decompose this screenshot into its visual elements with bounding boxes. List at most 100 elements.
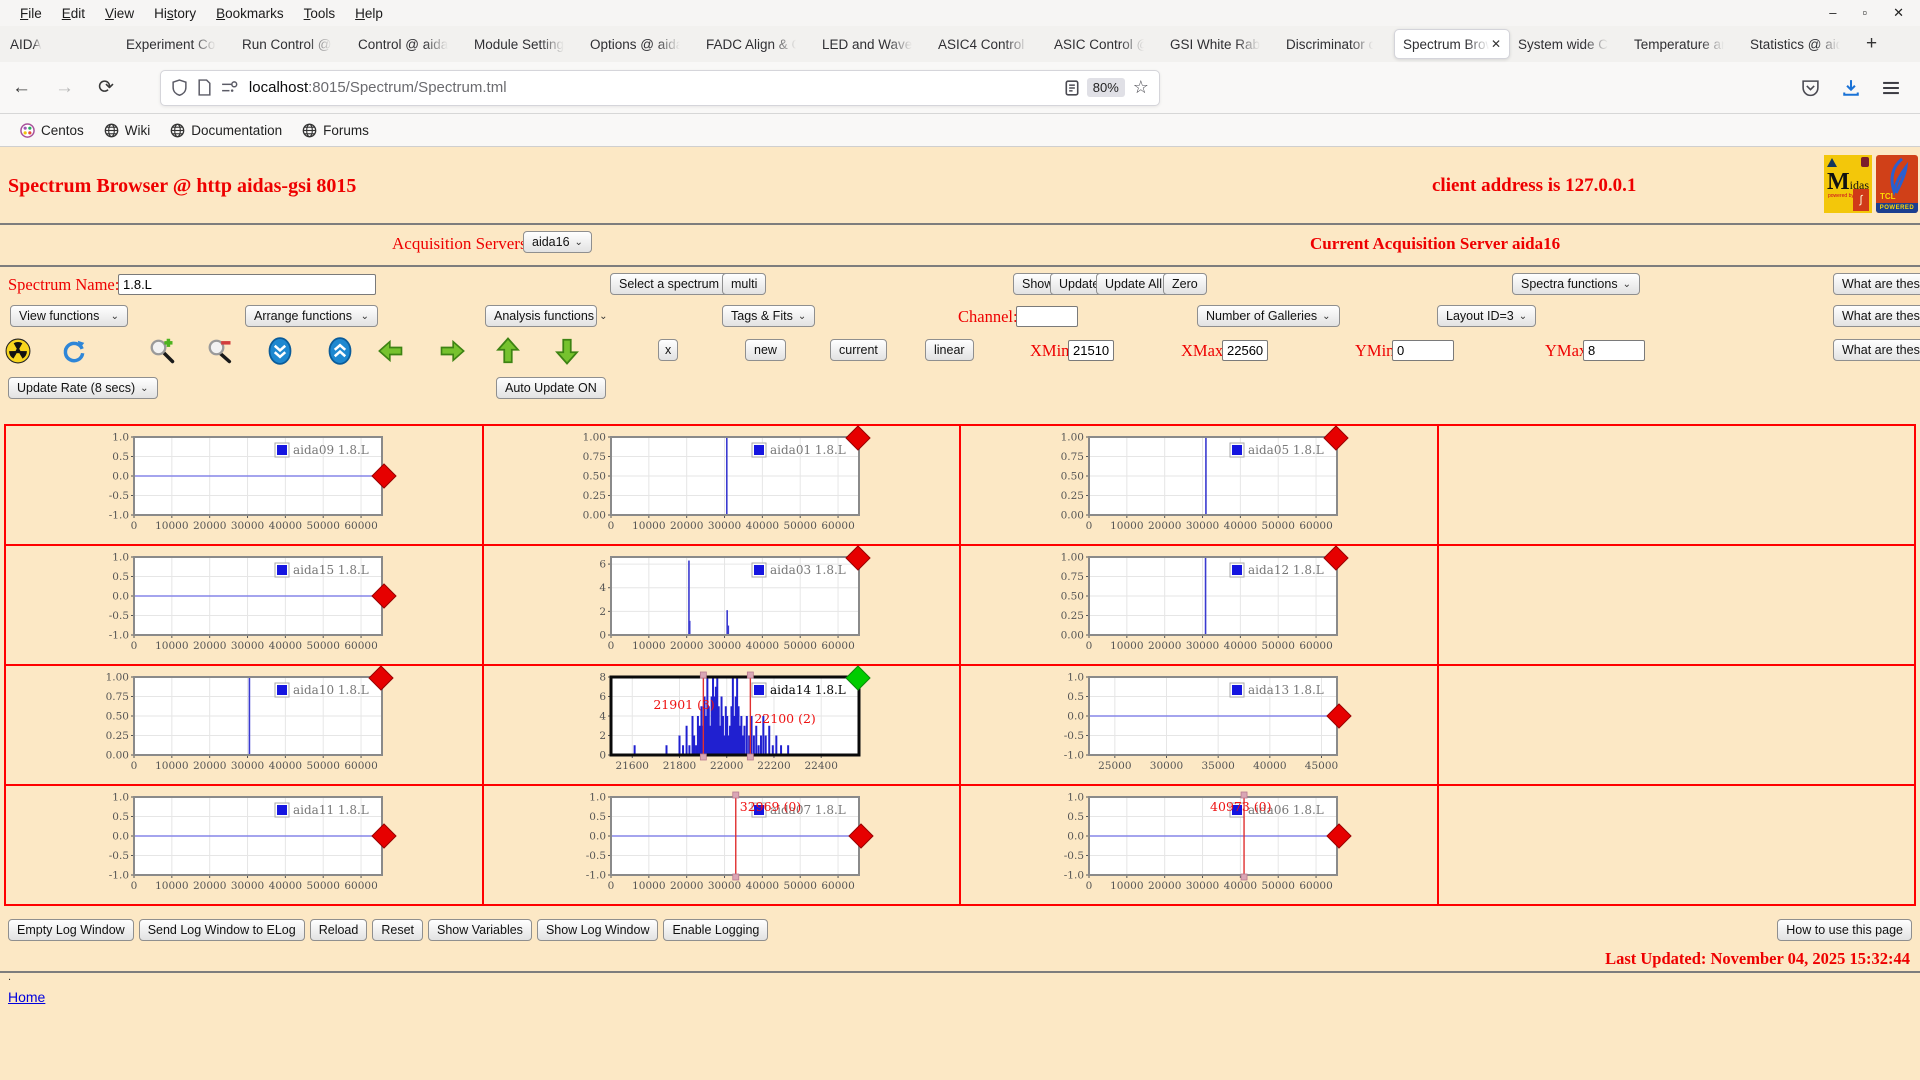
reload-button[interactable]: Reload <box>310 919 368 941</box>
spectrum-plot-aida09[interactable]: 01000020000300004000050000600001.00.50.0… <box>94 431 394 533</box>
show-log-window-button[interactable]: Show Log Window <box>537 919 659 941</box>
maximize-icon[interactable]: ▫ <box>1862 5 1867 21</box>
zoom-out-icon[interactable] <box>206 337 234 365</box>
spectrum-cell-aida05[interactable]: 01000020000300004000050000600001.000.750… <box>960 425 1438 545</box>
tab-asic4-control[interactable]: ASIC4 Control ( <box>930 29 1046 59</box>
spectrum-plot-aida14[interactable]: 216002180022000222002240086420aida14 1.8… <box>571 671 871 773</box>
reset-button[interactable]: Reset <box>372 919 423 941</box>
tab-experiment-con[interactable]: Experiment Con <box>118 29 234 59</box>
bookmark-wiki[interactable]: Wiki <box>94 119 161 142</box>
number-of-galleries-dropdown[interactable]: Number of Galleries⌄ <box>1197 305 1340 327</box>
tab-discriminator-c[interactable]: Discriminator c <box>1278 29 1394 59</box>
arrow-left-icon[interactable] <box>377 337 405 365</box>
ymin-input[interactable] <box>1392 340 1454 361</box>
linear-button[interactable]: linear <box>925 339 974 361</box>
tab-aida[interactable]: AIDA <box>2 29 118 59</box>
reader-mode-icon[interactable] <box>1065 80 1079 96</box>
tab-statistics-aid[interactable]: Statistics @ aid <box>1742 29 1858 59</box>
spectrum-cell-aida11[interactable]: 01000020000300004000050000600001.00.50.0… <box>5 785 483 905</box>
menu-file[interactable]: File <box>10 3 52 24</box>
download-icon[interactable] <box>1842 79 1860 97</box>
arrow-down-icon[interactable] <box>553 337 581 365</box>
spectrum-cell-aida06[interactable]: 01000020000300004000050000600001.00.50.0… <box>960 785 1438 905</box>
layout-id-dropdown[interactable]: Layout ID=3⌄ <box>1437 305 1536 327</box>
tags-fits-dropdown[interactable]: Tags & Fits⌄ <box>722 305 815 327</box>
menu-history[interactable]: History <box>144 3 206 24</box>
expand-gallery-icon[interactable] <box>326 337 354 365</box>
tab-led-and-wavefo[interactable]: LED and Wavefo <box>814 29 930 59</box>
update-all-button[interactable]: Update All <box>1096 273 1171 295</box>
spectrum-plot-aida15[interactable]: 01000020000300004000050000600001.00.50.0… <box>94 551 394 653</box>
arrange-functions-dropdown[interactable]: Arrange functions⌄ <box>245 305 378 327</box>
tab-module-settings[interactable]: Module Settings <box>466 29 582 59</box>
spectrum-plot-aida10[interactable]: 01000020000300004000050000600001.000.750… <box>94 671 394 773</box>
menu-icon[interactable] <box>1882 80 1900 96</box>
refresh-icon[interactable] <box>60 337 88 365</box>
bookmark-documentation[interactable]: Documentation <box>160 119 292 142</box>
spectrum-plot-aida06[interactable]: 01000020000300004000050000600001.00.50.0… <box>1049 791 1349 893</box>
bookmark-star-icon[interactable]: ☆ <box>1133 77 1149 98</box>
channel-input[interactable] <box>1016 306 1078 327</box>
spectrum-plot-aida13[interactable]: 25000300003500040000450001.00.50.0-0.5-1… <box>1049 671 1349 773</box>
xmax-input[interactable] <box>1222 340 1268 361</box>
zero-spectrum-icon[interactable] <box>4 337 32 365</box>
spectrum-plot-aida01[interactable]: 01000020000300004000050000600001.000.750… <box>571 431 871 533</box>
auto-update-button[interactable]: Auto Update ON <box>496 377 606 399</box>
empty-log-window-button[interactable]: Empty Log Window <box>8 919 134 941</box>
menu-edit[interactable]: Edit <box>52 3 95 24</box>
spectrum-cell-aida09[interactable]: 01000020000300004000050000600001.00.50.0… <box>5 425 483 545</box>
send-log-window-to-elog-button[interactable]: Send Log Window to ELog <box>139 919 305 941</box>
what-are-these-button-3[interactable]: What are these? <box>1833 339 1920 361</box>
reload-icon[interactable]: ⟳ <box>86 76 126 99</box>
current-button[interactable]: current <box>830 339 887 361</box>
spectrum-cell-aida12[interactable]: 01000020000300004000050000600001.000.750… <box>960 545 1438 665</box>
arrow-up-icon[interactable] <box>494 337 522 365</box>
multi-button[interactable]: multi <box>722 273 766 295</box>
bookmark-centos[interactable]: Centos <box>10 119 94 142</box>
tab-run-control-a[interactable]: Run Control @ a <box>234 29 350 59</box>
back-icon[interactable]: ← <box>0 77 43 99</box>
minimize-icon[interactable]: – <box>1829 5 1836 21</box>
show-variables-button[interactable]: Show Variables <box>428 919 532 941</box>
menu-help[interactable]: Help <box>345 3 393 24</box>
zero-button[interactable]: Zero <box>1163 273 1207 295</box>
page-icon[interactable] <box>197 79 212 96</box>
spectrum-cell-aida03[interactable]: 01000020000300004000050000600006420aida0… <box>483 545 961 665</box>
collapse-gallery-icon[interactable] <box>266 337 294 365</box>
xmin-input[interactable] <box>1068 340 1114 361</box>
x-button[interactable]: x <box>658 339 678 361</box>
ymax-input[interactable] <box>1583 340 1645 361</box>
update-rate-dropdown[interactable]: Update Rate (8 secs)⌄ <box>8 377 158 399</box>
tab-gsi-white-rabb[interactable]: GSI White Rabb <box>1162 29 1278 59</box>
tab-asic-control[interactable]: ASIC Control @ <box>1046 29 1162 59</box>
spectrum-plot-aida07[interactable]: 01000020000300004000050000600001.00.50.0… <box>571 791 871 893</box>
spectrum-plot-aida11[interactable]: 01000020000300004000050000600001.00.50.0… <box>94 791 394 893</box>
tab-control-aidas[interactable]: Control @ aidas <box>350 29 466 59</box>
menu-view[interactable]: View <box>95 3 144 24</box>
shield-icon[interactable] <box>171 79 188 96</box>
home-link[interactable]: Home <box>8 989 45 1005</box>
url-bar[interactable]: localhost:8015/Spectrum/Spectrum.tml 80%… <box>160 70 1160 106</box>
acquisition-server-select[interactable]: aida16⌄ <box>523 231 592 253</box>
zoom-in-icon[interactable] <box>148 337 176 365</box>
spectrum-cell-aida10[interactable]: 01000020000300004000050000600001.000.750… <box>5 665 483 785</box>
analysis-functions-dropdown[interactable]: Analysis functions⌄ <box>485 305 597 327</box>
url-text[interactable]: localhost:8015/Spectrum/Spectrum.tml <box>249 79 1065 96</box>
spectrum-cell-aida15[interactable]: 01000020000300004000050000600001.00.50.0… <box>5 545 483 665</box>
spectra-functions-dropdown[interactable]: Spectra functions⌄ <box>1512 273 1640 295</box>
spectrum-plot-aida12[interactable]: 01000020000300004000050000600001.000.750… <box>1049 551 1349 653</box>
tab-spectrum-brow[interactable]: Spectrum Brow✕ <box>1394 29 1510 59</box>
menu-bookmarks[interactable]: Bookmarks <box>206 3 294 24</box>
spectrum-cell-aida07[interactable]: 01000020000300004000050000600001.00.50.0… <box>483 785 961 905</box>
enable-logging-button[interactable]: Enable Logging <box>663 919 768 941</box>
spectrum-cell-aida14[interactable]: 216002180022000222002240086420aida14 1.8… <box>483 665 961 785</box>
arrow-right-icon[interactable] <box>438 337 466 365</box>
close-icon[interactable]: ✕ <box>1893 5 1904 21</box>
new-tab-button[interactable]: + <box>1858 33 1885 55</box>
new-button[interactable]: new <box>745 339 786 361</box>
tab-system-wide-co[interactable]: System wide Co <box>1510 29 1626 59</box>
how-to-use-button[interactable]: How to use this page <box>1777 919 1912 941</box>
spectrum-plot-aida05[interactable]: 01000020000300004000050000600001.000.750… <box>1049 431 1349 533</box>
tab-options-aidas[interactable]: Options @ aidas <box>582 29 698 59</box>
zoom-level-badge[interactable]: 80% <box>1087 78 1125 97</box>
